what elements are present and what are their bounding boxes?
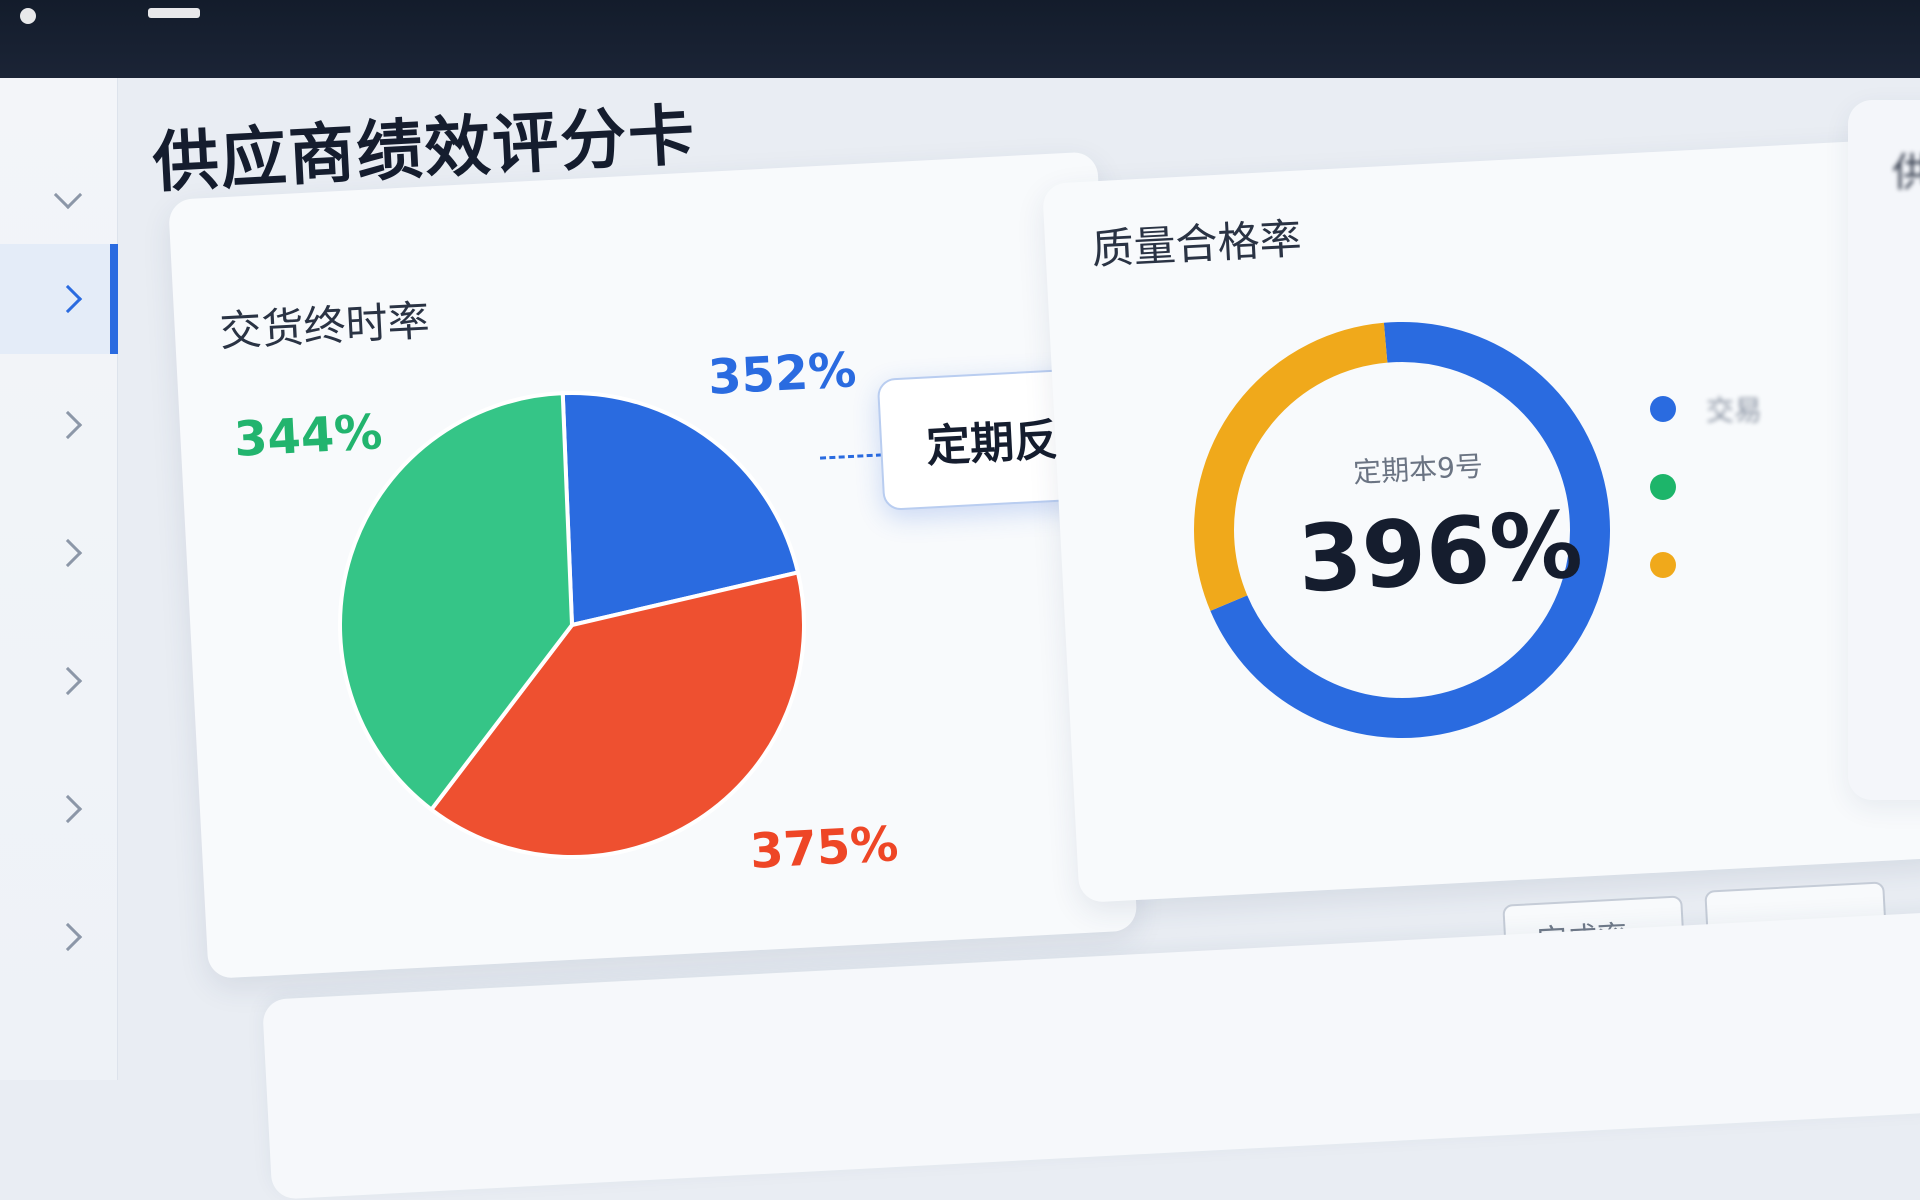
pie-label-blue: 352% [706,342,858,406]
card-title: 质量合格率 [1090,213,1303,274]
sidebar-item-3[interactable] [0,498,118,608]
menu-icon[interactable] [148,8,200,18]
side-panel-title: 供 [1892,150,1920,196]
chevron-right-icon [53,666,83,696]
sidebar-item-4[interactable] [0,626,118,736]
donut-center-value: 396% [1295,491,1585,614]
legend-item [1650,448,1762,526]
top-app-bar [0,0,1920,78]
on-time-delivery-card [168,151,1138,979]
card-title: 交货终时率 [218,295,431,356]
legend-item [1650,526,1762,604]
legend-dot-icon [1650,474,1676,500]
chevron-right-icon [53,922,83,952]
chevron-down-icon [53,180,83,210]
legend-label: 交易 [1706,394,1763,427]
legend-item: 交易 [1650,370,1762,448]
pie-label-green: 344% [232,404,384,468]
chevron-right-icon [53,538,83,568]
sidebar [0,78,118,1080]
legend-dot-icon [1650,552,1676,578]
chevron-right-icon [53,794,83,824]
pie-label-red: 375% [748,816,900,880]
app-logo-icon[interactable] [20,8,36,24]
sidebar-item-5[interactable] [0,754,118,864]
donut-legend: 交易 [1650,370,1762,604]
chevron-right-icon [53,410,83,440]
sidebar-item-0[interactable] [0,140,118,250]
sidebar-item-6[interactable] [0,882,118,992]
sidebar-item-2[interactable] [0,370,118,480]
legend-dot-icon [1650,396,1676,422]
chevron-right-icon [53,284,83,314]
sidebar-item-1[interactable] [0,244,118,354]
side-panel: 供 [1848,100,1920,800]
